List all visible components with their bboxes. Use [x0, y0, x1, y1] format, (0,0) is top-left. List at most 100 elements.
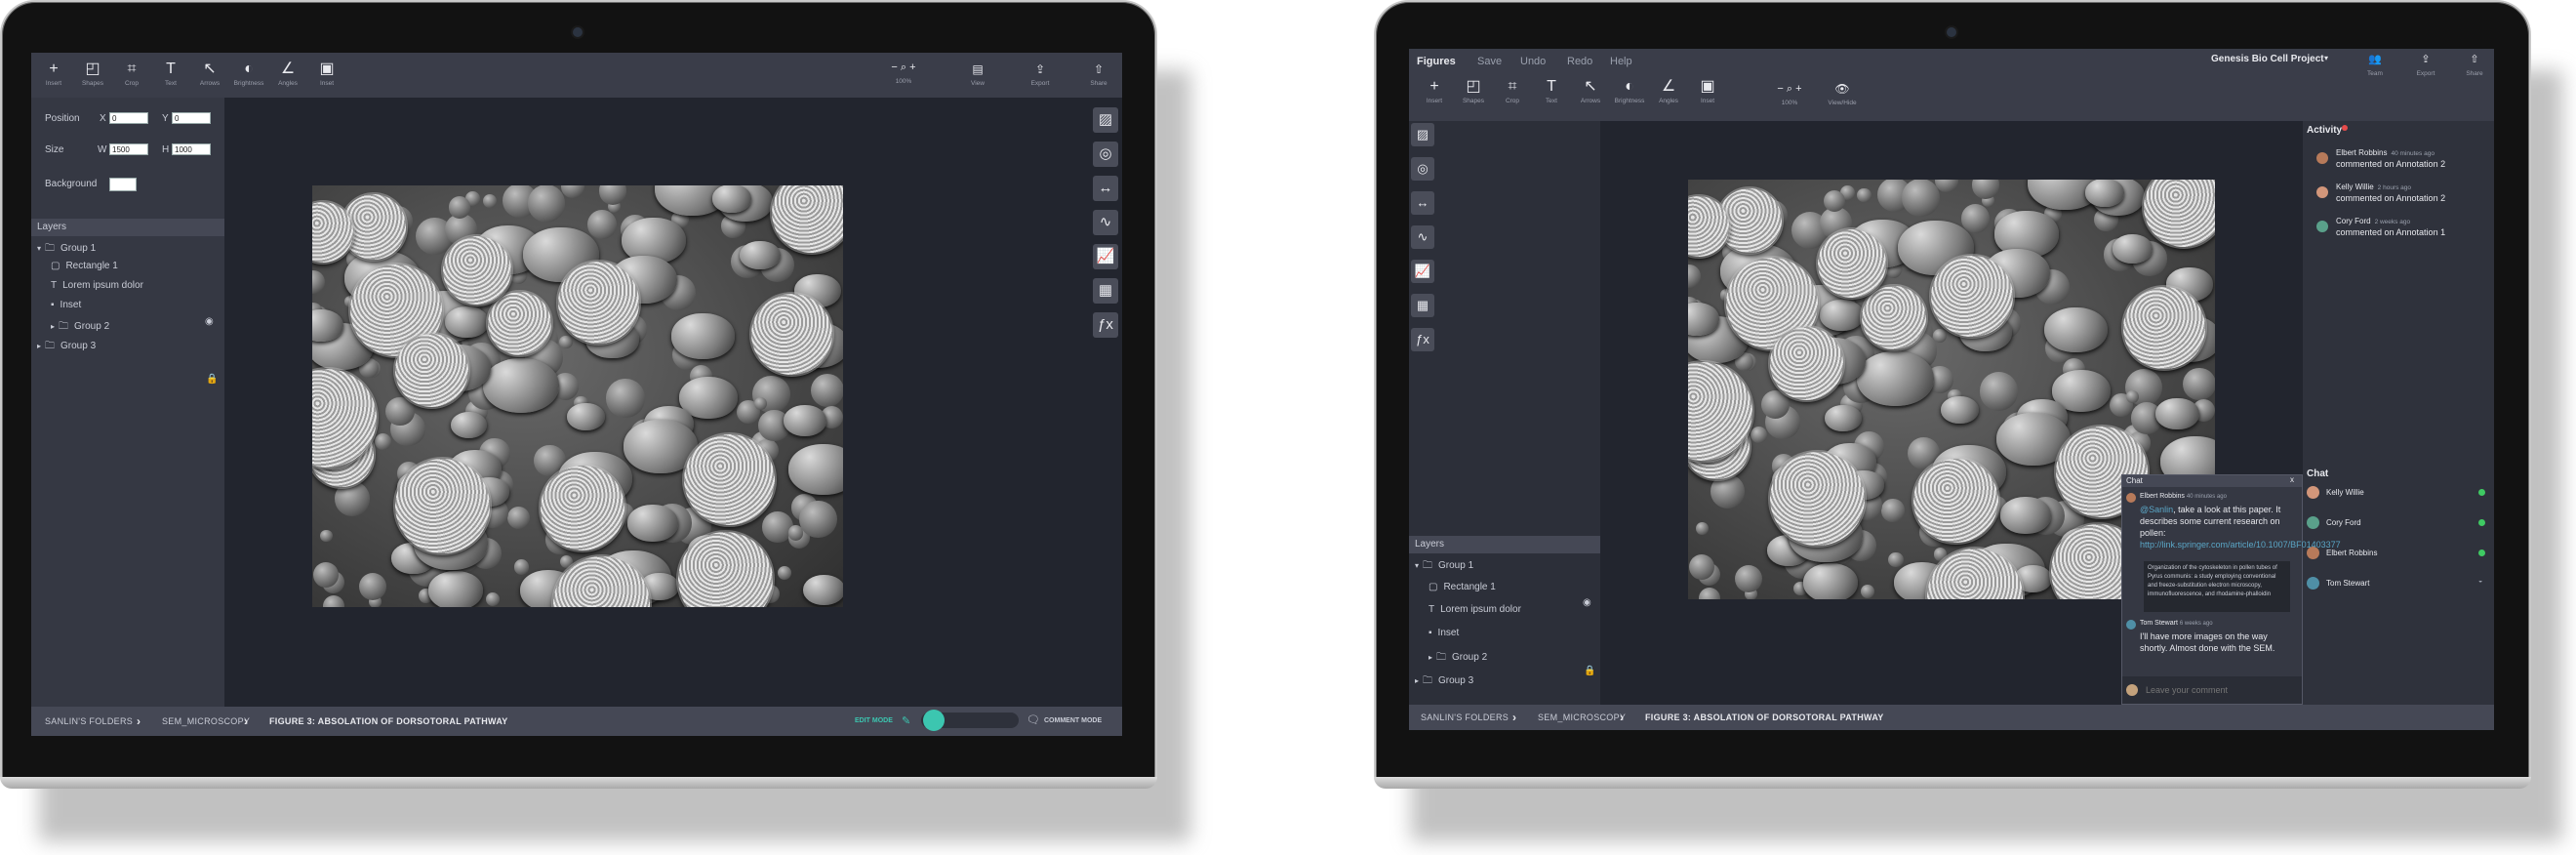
mode-toggle[interactable]: [921, 710, 1019, 731]
menu-help[interactable]: Help: [1610, 56, 1632, 67]
layer-row[interactable]: ▪ Inset: [1429, 628, 1459, 638]
chevron-right-icon[interactable]: ▸: [51, 322, 55, 331]
y-field[interactable]: 0: [172, 112, 211, 124]
chat-user-name[interactable]: Kelly Willie: [2326, 488, 2364, 497]
toolbar-share-button[interactable]: ⇧ Share: [1079, 61, 1118, 87]
toolbar-view-button[interactable]: ▤ View: [958, 61, 997, 87]
layer-row[interactable]: T Lorem ipsum dolor: [51, 280, 143, 291]
lock-icon[interactable]: 🔒: [206, 374, 218, 385]
menu-redo[interactable]: Redo: [1567, 56, 1592, 67]
toolbar-text-button[interactable]: T Text: [151, 61, 190, 87]
toolbar-shapes-button[interactable]: ◰ Shapes: [1454, 78, 1493, 104]
toolbar-text-button[interactable]: T Text: [1532, 78, 1571, 104]
breadcrumb-item[interactable]: FIGURE 3: ABSOLATION OF DORSOTORAL PATHW…: [1645, 712, 1884, 722]
toolbar-arrows-button[interactable]: ↖ Arrows: [190, 61, 229, 87]
menu-undo[interactable]: Undo: [1520, 56, 1546, 67]
toolbar-insert-button[interactable]: + Insert: [1415, 78, 1454, 104]
activity-item[interactable]: Cory Ford 2 weeks ago: [2336, 217, 2410, 225]
toolbar-inset-button[interactable]: ▣ Inset: [1688, 78, 1727, 104]
toolbar-export-button[interactable]: ⇪ Export: [1021, 61, 1060, 87]
function-icon[interactable]: ƒx: [1411, 328, 1434, 351]
menu-save[interactable]: Save: [1477, 56, 1502, 67]
toolbar-brightness-button[interactable]: ◐ Brightness: [1610, 78, 1649, 104]
annotation-icon[interactable]: ◎: [1411, 157, 1434, 181]
x-field[interactable]: 0: [109, 112, 148, 124]
chart-icon[interactable]: 📈: [1093, 244, 1118, 269]
toolbar-angles-button[interactable]: ∠ Angles: [268, 61, 307, 87]
mode-toggle-knob[interactable]: [923, 710, 945, 731]
chevron-down-icon[interactable]: ▾: [37, 244, 41, 253]
line-graph-icon[interactable]: ∿: [1411, 225, 1434, 249]
layer-row[interactable]: T Lorem ipsum dolor: [1429, 604, 1521, 615]
layer-row[interactable]: ▪ Inset: [51, 300, 81, 310]
chat-user-name[interactable]: Elbert Robbins: [2326, 549, 2377, 557]
layer-row[interactable]: ▸ 🗀 Group 2: [51, 319, 109, 336]
layer-row[interactable]: ▸ 🗀 Group 2: [1429, 650, 1487, 667]
activity-item[interactable]: Kelly Willie 2 hours ago: [2336, 183, 2411, 191]
breadcrumb-item[interactable]: SEM_MICROSCOPY: [1538, 712, 1626, 722]
breadcrumb-item[interactable]: FIGURE 3: ABSOLATION OF DORSOTORAL PATHW…: [269, 716, 508, 726]
zoom-out-button[interactable]: −: [891, 61, 897, 73]
measure-icon[interactable]: ↔: [1411, 191, 1434, 215]
chat-user-name[interactable]: Tom Stewart: [2326, 579, 2369, 588]
measure-icon[interactable]: ↔: [1093, 176, 1118, 201]
toolbar-angles-button[interactable]: ∠ Angles: [1649, 78, 1688, 104]
comment-input[interactable]: [2144, 682, 2294, 698]
breadcrumb-item[interactable]: SANLIN'S FOLDERS: [1421, 712, 1509, 722]
toolbar-arrows-button[interactable]: ↖ Arrows: [1571, 78, 1610, 104]
header-team-button[interactable]: 👥 Team: [2355, 51, 2395, 77]
chevron-right-icon[interactable]: ▸: [37, 342, 41, 350]
toolbar-insert-button[interactable]: + Insert: [34, 61, 73, 87]
chat-close-button[interactable]: x: [2290, 475, 2294, 484]
chevron-right-icon[interactable]: ▸: [1429, 653, 1432, 662]
bottom-bar: SANLIN'S FOLDERS › SEM_MICROSCOPY › FIGURE 3…: [31, 707, 1122, 736]
visibility-eye-icon[interactable]: ◉: [1583, 597, 1591, 608]
lock-icon[interactable]: 🔒: [1584, 666, 1595, 676]
visibility-eye-icon[interactable]: ◉: [205, 316, 214, 327]
view-hide-button[interactable]: 👁 View/Hide: [1821, 80, 1864, 106]
zoom-control[interactable]: − ⌕ + 100%: [884, 59, 923, 85]
function-icon[interactable]: ƒx: [1093, 312, 1118, 338]
chat-user-name[interactable]: Cory Ford: [2326, 518, 2361, 527]
layer-row[interactable]: ▸ 🗀 Group 3: [1415, 673, 1473, 690]
comment-mode-label[interactable]: COMMENT MODE: [1044, 717, 1102, 724]
toolbar-shapes-button[interactable]: ◰ Shapes: [73, 61, 112, 87]
toolbar-inset-button[interactable]: ▣ Inset: [307, 61, 346, 87]
line-graph-icon[interactable]: ∿: [1093, 210, 1118, 235]
layer-row[interactable]: ▢ Rectangle 1: [51, 261, 118, 271]
link-preview-card[interactable]: Organization of the cytoskeleton in poll…: [2144, 561, 2290, 612]
chevron-down-icon[interactable]: ▾: [1415, 561, 1419, 570]
canvas-image[interactable]: [312, 185, 843, 607]
grid-icon[interactable]: ▦: [1411, 294, 1434, 317]
menu-figures[interactable]: Figures: [1417, 56, 1456, 67]
width-field[interactable]: 1500: [109, 143, 148, 155]
breadcrumb-item[interactable]: SEM_MICROSCOPY: [162, 716, 250, 726]
layer-row[interactable]: ▾ 🗀 Group 1: [1415, 558, 1473, 575]
image-icon[interactable]: ▨: [1411, 123, 1434, 146]
toolbar-crop-button[interactable]: ⌗ Crop: [1493, 78, 1532, 104]
chevron-right-icon[interactable]: ▸: [1415, 676, 1419, 685]
header-export-button[interactable]: ⇪ Export: [2406, 51, 2445, 77]
layer-row[interactable]: ▸ 🗀 Group 3: [37, 339, 96, 355]
layer-row[interactable]: ▾ 🗀 Group 1: [37, 241, 96, 258]
toolbar-crop-button[interactable]: ⌗ Crop: [112, 61, 151, 87]
paper-link[interactable]: http://link.springer.com/article/10.1007…: [2140, 540, 2341, 550]
activity-item[interactable]: Elbert Robbins 40 minutes ago: [2336, 148, 2435, 157]
zoom-out-button[interactable]: −: [1777, 83, 1783, 95]
zoom-in-button[interactable]: +: [1795, 83, 1801, 95]
chart-icon[interactable]: 📈: [1411, 260, 1434, 283]
image-icon[interactable]: ▨: [1093, 107, 1118, 133]
project-dropdown-icon[interactable]: ▾: [2324, 54, 2328, 62]
annotation-icon[interactable]: ◎: [1093, 142, 1118, 167]
zoom-control[interactable]: − ⌕ + 100%: [1770, 80, 1809, 106]
background-color-swatch[interactable]: [109, 178, 137, 191]
header-share-button[interactable]: ⇧ Share: [2455, 51, 2494, 77]
layer-row[interactable]: ▢ Rectangle 1: [1429, 582, 1496, 592]
grid-icon[interactable]: ▦: [1093, 278, 1118, 304]
toolbar-brightness-button[interactable]: ◐ Brightness: [229, 61, 268, 87]
mention-link[interactable]: @Sanlin: [2140, 505, 2173, 514]
breadcrumb-item[interactable]: SANLIN'S FOLDERS: [45, 716, 133, 726]
project-name[interactable]: Genesis Bio Cell Project: [2211, 54, 2324, 64]
height-field[interactable]: 1000: [172, 143, 211, 155]
zoom-in-button[interactable]: +: [909, 61, 915, 73]
